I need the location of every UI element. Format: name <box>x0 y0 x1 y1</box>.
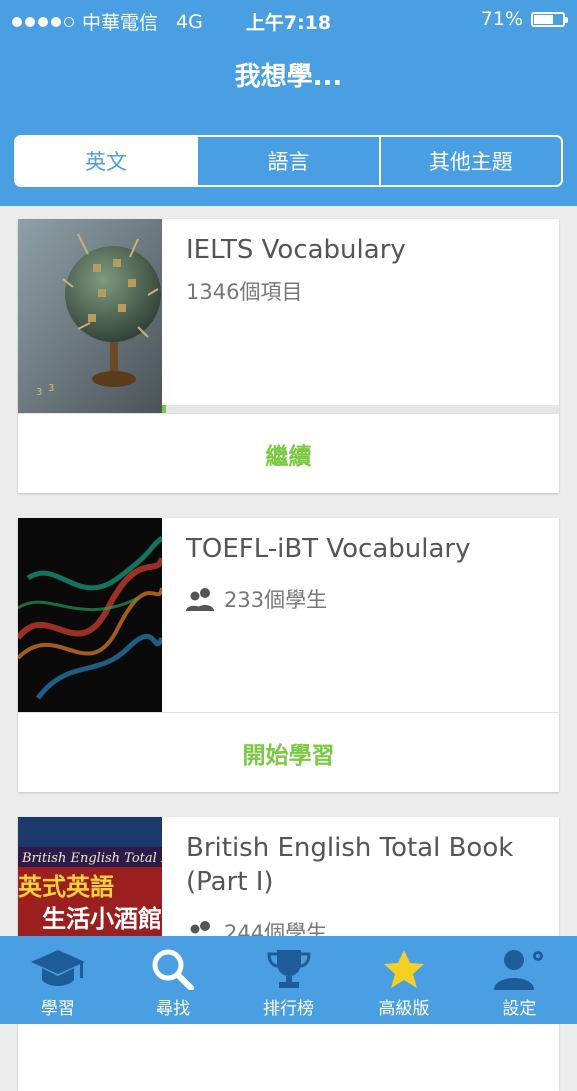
start-learning-button[interactable]: 開始學習 <box>18 713 559 792</box>
thumb-english-title: British English Total Book <box>21 851 162 866</box>
tab-find[interactable]: 尋找 <box>115 936 230 1024</box>
status-bar: 中華電信 4G 上午7:18 71% <box>0 0 577 40</box>
segment-other-topics[interactable]: 其他主題 <box>378 137 561 185</box>
course-thumbnail-smoke <box>18 518 162 712</box>
tab-settings[interactable]: 設定 <box>462 936 577 1024</box>
category-segmented-control: 英文 語言 其他主題 <box>14 135 563 187</box>
course-title: TOEFL-iBT Vocabulary <box>186 534 471 564</box>
search-icon <box>152 949 195 990</box>
tab-premium[interactable]: 高級版 <box>346 936 461 1024</box>
course-card-ielts[interactable]: 3 3 IELTS Vocabulary 1346個項目 繼續 <box>18 219 559 493</box>
thumb-chinese-title-2: 生活小酒館 <box>42 905 162 933</box>
graduation-cap-icon <box>30 950 85 986</box>
tab-label: 排行榜 <box>263 999 315 1019</box>
trophy-icon <box>267 950 311 988</box>
bottom-tab-bar: 學習 尋找 排行榜 高級版 設定 <box>0 936 577 1024</box>
continue-button[interactable]: 繼續 <box>18 414 559 493</box>
page-title: 我想學... <box>234 62 343 92</box>
segment-languages[interactable]: 語言 <box>196 137 378 185</box>
thumb-chinese-title-1: 英式英語 <box>18 873 114 901</box>
user-settings-icon <box>494 950 544 990</box>
battery-percent: 71% <box>480 8 523 30</box>
course-student-count: 233個學生 <box>186 584 327 614</box>
course-thumbnail-globe: 3 3 <box>18 219 162 413</box>
svg-text:3: 3 <box>36 387 42 398</box>
status-right: 71% <box>480 8 568 30</box>
svg-text:3: 3 <box>48 383 54 394</box>
tab-label: 學習 <box>40 999 75 1019</box>
users-icon <box>186 588 214 611</box>
course-item-count: 1346個項目 <box>186 280 303 304</box>
tab-label: 高級版 <box>378 999 430 1019</box>
course-title: IELTS Vocabulary <box>186 235 406 265</box>
page-header: 我想學... 英文 語言 其他主題 <box>0 40 577 206</box>
battery-icon <box>531 11 568 27</box>
segment-english[interactable]: 英文 <box>16 137 197 185</box>
tab-label: 設定 <box>502 999 537 1019</box>
tab-leaderboard[interactable]: 排行榜 <box>231 936 346 1024</box>
tab-learn[interactable]: 學習 <box>0 936 115 1024</box>
course-title: British English Total Book (Part I) <box>186 833 514 897</box>
course-card-toefl[interactable]: TOEFL-iBT Vocabulary 233個學生 開始學習 <box>18 518 559 792</box>
tab-label: 尋找 <box>156 999 191 1019</box>
star-icon <box>383 950 424 988</box>
